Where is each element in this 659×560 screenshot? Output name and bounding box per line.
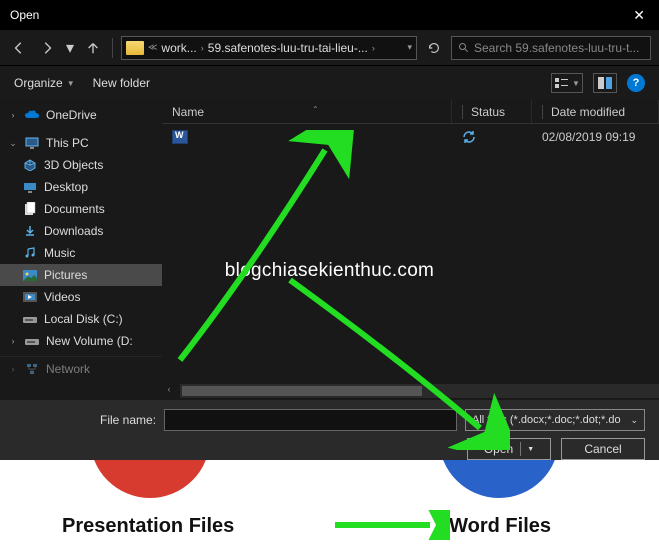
- file-row[interactable]: 02/08/2019 09:19: [162, 124, 659, 150]
- word-file-icon: [172, 130, 188, 144]
- presentation-label: Presentation Files: [62, 515, 234, 538]
- tree-videos[interactable]: Videos: [0, 286, 162, 308]
- file-date: 02/08/2019 09:19: [542, 130, 635, 144]
- tree-pictures[interactable]: Pictures: [0, 264, 162, 286]
- bottom-bar: File name: All files (*.docx;*.doc;*.dot…: [0, 400, 659, 460]
- tree-music[interactable]: Music: [0, 242, 162, 264]
- open-dialog: Open ✕ ▾ ≪ work... › 59.safenotes-luu-tr…: [0, 0, 659, 460]
- downloads-icon: [22, 224, 38, 238]
- list-header[interactable]: Name ⌃ Status Date modified: [162, 100, 659, 124]
- preview-pane-button[interactable]: [593, 73, 617, 93]
- drive-icon: [24, 334, 40, 348]
- search-placeholder: Search 59.safenotes-luu-tru-t...: [474, 41, 639, 55]
- col-status[interactable]: Status: [452, 100, 532, 123]
- address-bar[interactable]: ≪ work... › 59.safenotes-luu-tru-tai-lie…: [121, 36, 417, 60]
- refresh-button[interactable]: [423, 37, 445, 59]
- window-title: Open: [10, 8, 39, 22]
- back-button[interactable]: [8, 37, 30, 59]
- music-icon: [22, 246, 38, 260]
- drive-icon: [22, 312, 38, 326]
- new-folder-button[interactable]: New folder: [93, 76, 150, 90]
- col-date[interactable]: Date modified: [532, 100, 659, 123]
- tree-3dobjects[interactable]: 3D Objects: [0, 154, 162, 176]
- network-icon: [24, 362, 40, 376]
- search-icon: [458, 42, 470, 54]
- desktop-icon: [22, 180, 38, 194]
- toolbar: Organize▼ New folder ▼ ?: [0, 66, 659, 100]
- tree-onedrive[interactable]: ›OneDrive: [0, 104, 162, 126]
- hscrollbar[interactable]: [180, 384, 659, 398]
- documents-icon: [22, 202, 38, 216]
- videos-icon: [22, 290, 38, 304]
- open-button[interactable]: Open▼: [467, 438, 551, 460]
- folder-icon: [126, 41, 144, 55]
- sync-icon: [462, 130, 476, 144]
- tree-documents[interactable]: Documents: [0, 198, 162, 220]
- breadcrumb-root[interactable]: work...: [161, 41, 196, 55]
- tree-thispc[interactable]: ⌄This PC: [0, 132, 162, 154]
- search-input[interactable]: Search 59.safenotes-luu-tru-t...: [451, 36, 651, 60]
- pictures-icon: [22, 268, 38, 282]
- up-button[interactable]: [82, 37, 104, 59]
- close-icon[interactable]: ✕: [627, 5, 651, 26]
- tree-newvolume[interactable]: ›New Volume (D:: [0, 330, 162, 352]
- tree-network[interactable]: ›Network: [0, 356, 162, 378]
- nav-row: ▾ ≪ work... › 59.safenotes-luu-tru-tai-l…: [0, 30, 659, 66]
- filename-label: File name:: [100, 413, 156, 427]
- cube-icon: [22, 158, 38, 172]
- help-button[interactable]: ?: [627, 74, 645, 92]
- breadcrumb-current[interactable]: 59.safenotes-luu-tru-tai-lieu-...: [208, 41, 368, 55]
- view-mode-button[interactable]: ▼: [551, 73, 583, 93]
- cancel-button[interactable]: Cancel: [561, 438, 645, 460]
- tree-localdisk[interactable]: Local Disk (C:): [0, 308, 162, 330]
- col-name[interactable]: Name: [162, 100, 452, 123]
- tree-pane[interactable]: ›OneDrive ⌄This PC 3D Objects Desktop Do…: [0, 100, 162, 400]
- tree-desktop[interactable]: Desktop: [0, 176, 162, 198]
- organize-menu[interactable]: Organize▼: [14, 76, 75, 90]
- titlebar: Open ✕: [0, 0, 659, 30]
- recent-dropdown[interactable]: ▾: [64, 37, 76, 59]
- pc-icon: [24, 136, 40, 150]
- sort-icon: ⌃: [312, 105, 319, 114]
- word-label: Word Files: [449, 515, 551, 538]
- forward-button[interactable]: [36, 37, 58, 59]
- filename-input[interactable]: [164, 409, 457, 431]
- file-list[interactable]: Name ⌃ Status Date modified 02/08/2019 0…: [162, 100, 659, 400]
- tree-downloads[interactable]: Downloads: [0, 220, 162, 242]
- cloud-icon: [24, 108, 40, 122]
- file-filter-dropdown[interactable]: All files (*.docx;*.doc;*.dot;*.do⌄: [465, 409, 645, 431]
